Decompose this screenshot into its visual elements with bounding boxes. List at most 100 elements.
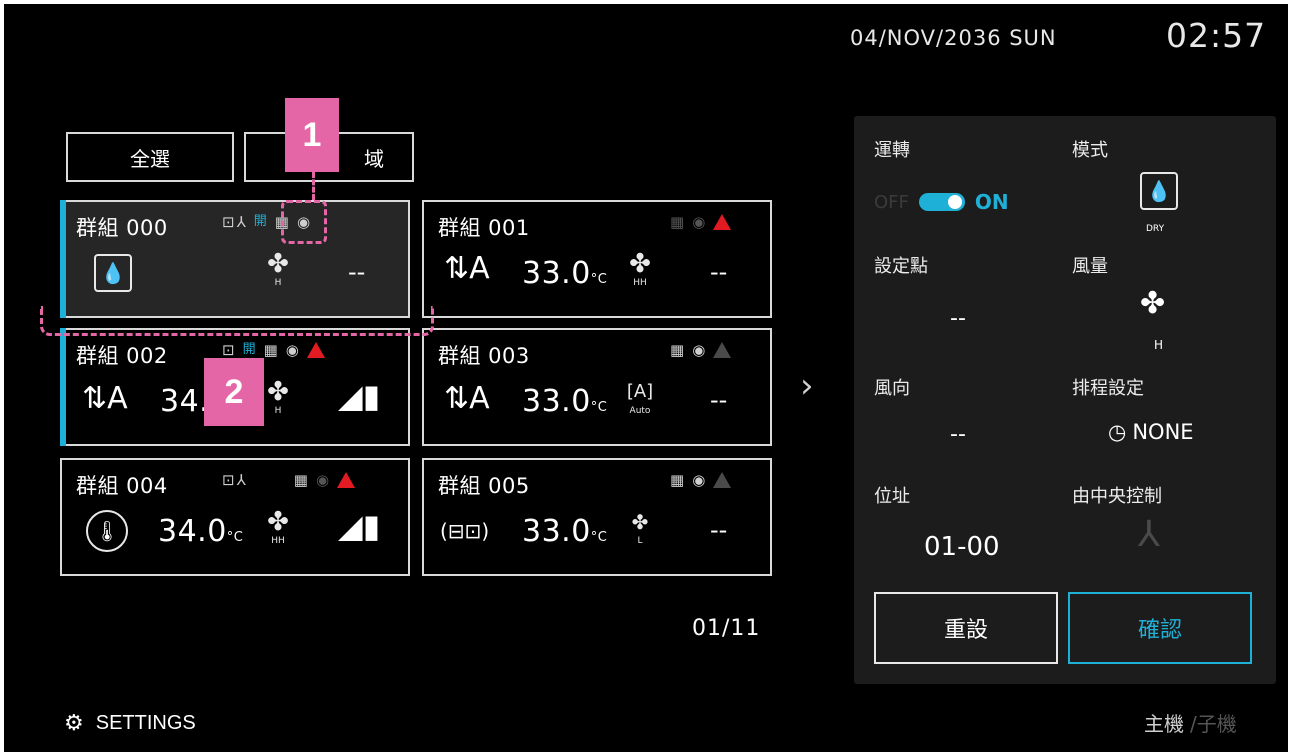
fan-speed: ✤ HH (620, 250, 660, 288)
group-card-001[interactable]: 群組 001 ▦ ◉ ⇅A 33.0°C ✤ HH -- (422, 200, 772, 318)
status-icons: ⊡ ⅄ ▦ ◉ (222, 470, 356, 490)
filter-icon: ▦ (670, 213, 685, 231)
eye-icon: ◉ (315, 471, 330, 489)
fan-speed-label: L (637, 536, 643, 546)
fan-icon[interactable]: ✤ (1140, 286, 1165, 321)
group-card-004[interactable]: 群組 004 ⊡ ⅄ ▦ ◉ 🌡 34.0°C ✤ HH ◢▮ (60, 458, 410, 576)
value-display: -- (348, 258, 366, 286)
schedule-value: NONE (1132, 420, 1194, 444)
vane-value[interactable]: -- (950, 422, 966, 447)
fan-speed-label: HH (271, 536, 285, 546)
group-name: 群組 005 (438, 474, 530, 498)
group-name: 群組 000 (76, 216, 168, 240)
settings-label: SETTINGS (95, 711, 196, 734)
auto-changeover-icon: (⊟⊡) (440, 519, 490, 543)
toggle-on-label: ON (974, 190, 1009, 214)
remote-icon: ⊡ (222, 471, 235, 489)
schedule-setting[interactable]: ◷ NONE (1108, 420, 1194, 444)
lock-status-text: 開 (253, 214, 267, 229)
filter-icon: ▦ (263, 341, 278, 359)
temperature: 33.0°C (522, 256, 607, 291)
gear-icon: ⚙ (64, 710, 84, 735)
group-card-000[interactable]: 群組 000 ⊡ ⅄ 開 ▦ ◉ 💧 ✤ H -- (60, 200, 410, 318)
chevron-right-icon[interactable]: › (800, 366, 814, 406)
clock-icon: ◷ (1108, 420, 1127, 444)
auto-mode-icon: ⇅A (444, 381, 490, 416)
dry-mode-icon: 💧 (94, 254, 132, 292)
filter-icon: ▦ (293, 471, 308, 489)
fan-icon: ✤ (629, 249, 651, 279)
temperature-unit: °C (590, 530, 608, 545)
group-card-003[interactable]: 群組 003 ▦ ◉ ⇅A 33.0°C [A] Auto -- (422, 328, 772, 446)
vane-label: 風向 (874, 378, 910, 399)
auto-mode-icon: ⇅A (444, 251, 490, 286)
fan-speed-value: H (1154, 338, 1164, 352)
eye-icon: ◉ (285, 341, 299, 359)
screen: 04/NOV/2036 SUN 02:57 全選 域 群組 000 ⊡ ⅄ 開 … (4, 4, 1288, 752)
highlight-filter-icon (281, 200, 327, 244)
toggle-off-label: OFF (874, 191, 909, 213)
dry-mode-icon[interactable]: 💧 (1140, 172, 1178, 210)
temperature: 33.0°C (522, 384, 607, 419)
filter-icon: ▦ (670, 341, 685, 359)
filter-icon: ▦ (670, 471, 685, 489)
marker-connector (312, 172, 315, 200)
fan-icon: ✤ (267, 507, 289, 537)
fan-speed: ✤ H (258, 250, 298, 288)
fan-icon: ✤ (267, 249, 289, 279)
status-icons: ▦ ◉ (670, 470, 732, 490)
warning-icon (337, 472, 356, 488)
fan-icon: ✤ (631, 510, 649, 534)
central-control-label: 由中央控制 (1072, 486, 1162, 507)
region-button-label: 域 (364, 146, 384, 171)
remote-icon: ⊡ (222, 341, 235, 359)
louver-auto-icon: [A] (626, 381, 654, 402)
group-name: 群組 002 (76, 344, 168, 368)
marker-1: 1 (285, 98, 339, 172)
value-display: -- (710, 516, 728, 544)
auto-mode-icon: ⇅A (82, 381, 128, 416)
fan-speed-label: H (274, 278, 282, 288)
page-indicator: 01/11 (692, 616, 761, 641)
setpoint-value[interactable]: -- (950, 306, 966, 331)
address-label: 位址 (874, 486, 910, 507)
main-unit-label: 主機 (1144, 712, 1184, 736)
power-toggle[interactable]: OFF ON (874, 190, 1009, 214)
setpoint-label: 設定點 (874, 256, 928, 277)
temperature-value: 33.0 (522, 514, 591, 549)
eye-icon: ◉ (692, 341, 706, 359)
group-name: 群組 004 (76, 474, 168, 498)
group-name: 群組 003 (438, 344, 530, 368)
status-icons: ▦ ◉ (670, 212, 732, 232)
run-label: 運轉 (874, 140, 910, 161)
unit-switch[interactable]: 主機/子機 (1144, 708, 1237, 737)
value-display: -- (710, 386, 728, 414)
temperature-value: 34. (160, 384, 210, 419)
reset-button[interactable]: 重設 (874, 592, 1058, 664)
sub-unit-label: /子機 (1190, 712, 1237, 736)
confirm-button[interactable]: 確認 (1068, 592, 1252, 664)
value-display: -- (710, 258, 728, 286)
warning-icon (713, 214, 732, 230)
eye-icon: ◉ (692, 213, 706, 231)
toggle-switch[interactable] (918, 193, 965, 211)
select-all-button[interactable]: 全選 (66, 132, 234, 182)
status-icons: ⊡ 開 ▦ ◉ (222, 340, 325, 360)
highlight-row-bracket (40, 306, 434, 336)
group-name: 群組 001 (438, 216, 530, 240)
eye-icon: ◉ (692, 471, 706, 489)
group-card-005[interactable]: 群組 005 ▦ ◉ (⊟⊡) 33.0°C ✤ L -- (422, 458, 772, 576)
temperature-value: 33.0 (522, 256, 591, 291)
central-control-icon: ⅄ (1138, 514, 1160, 555)
louver: [A] Auto (620, 378, 660, 416)
settings-button[interactable]: ⚙ SETTINGS (64, 710, 196, 736)
louver-swing-icon: ◢▮ (338, 377, 381, 415)
clock-display: 02:57 (1166, 16, 1267, 55)
warning-icon (713, 342, 732, 358)
remote-icon: ⊡ (222, 213, 235, 231)
fan-speed: ✤ H (258, 378, 298, 416)
fan-speed: ✤ HH (258, 508, 298, 546)
status-icons: ▦ ◉ (670, 340, 732, 360)
fan-speed-label: 風量 (1072, 256, 1108, 277)
temperature-unit: °C (590, 272, 608, 287)
